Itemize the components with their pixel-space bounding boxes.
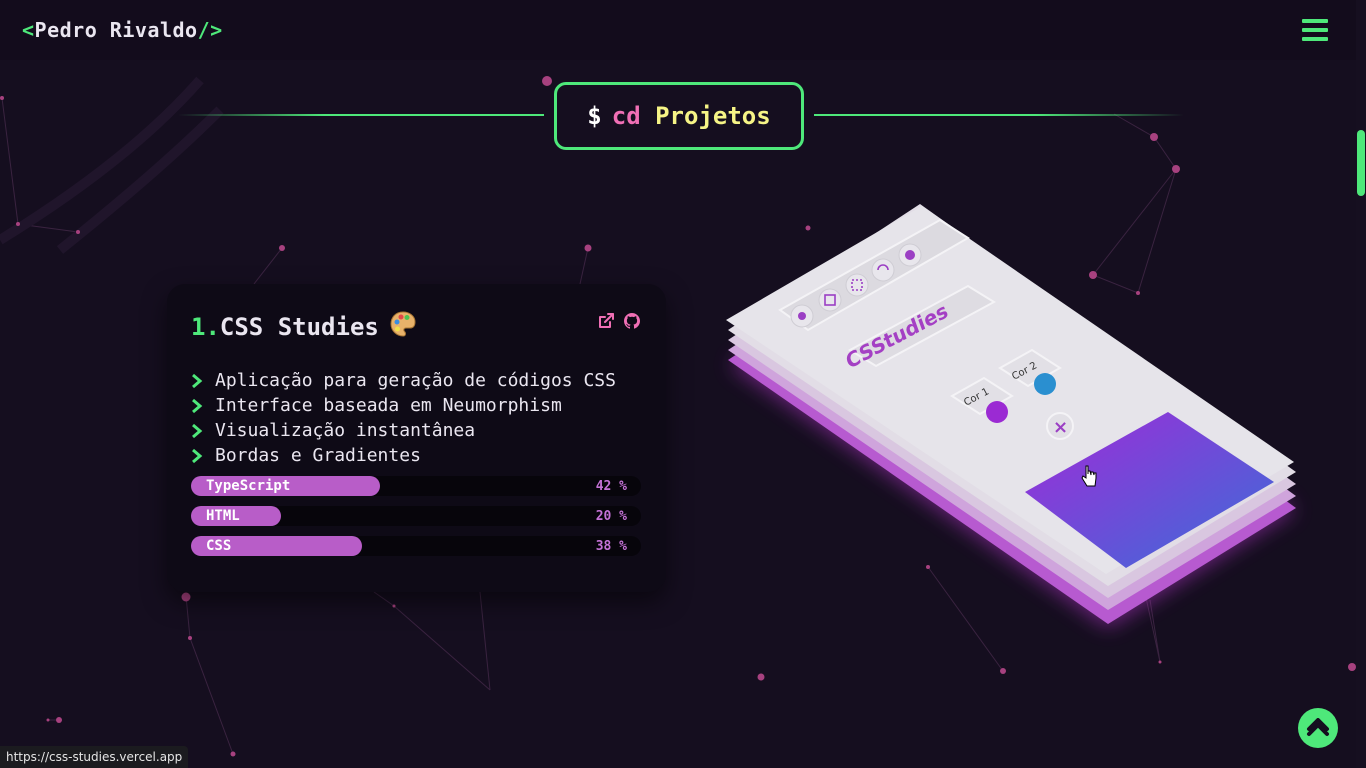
language-name: CSS <box>206 538 232 554</box>
language-bar-typescript: TypeScript 42 % <box>191 476 641 496</box>
feature-text: Interface baseada em Neumorphism <box>215 395 562 416</box>
chevron-right-icon <box>191 448 207 464</box>
section-title: $ cd Projetos <box>554 82 804 150</box>
language-name: HTML <box>206 508 240 524</box>
project-title: 1. CSS Studies <box>191 310 417 344</box>
palette-icon <box>389 310 417 344</box>
section-title-prompt: $ <box>587 102 602 130</box>
section-title-command: cd <box>611 102 641 130</box>
chevron-right-icon <box>191 373 207 389</box>
language-name: TypeScript <box>206 478 291 494</box>
site-header: <Pedro Rivaldo/> <box>0 0 1356 60</box>
browser-status-bar: https://css-studies.vercel.app <box>0 746 189 768</box>
page-scrollbar[interactable] <box>1356 0 1366 768</box>
feature-text: Visualização instantânea <box>215 420 476 441</box>
hamburger-menu-icon[interactable] <box>1302 19 1328 41</box>
section-line-right <box>814 114 1184 116</box>
logo-name: Pedro Rivaldo <box>34 18 198 42</box>
project-name: CSS Studies <box>219 313 379 341</box>
language-percent: 20 % <box>595 509 627 524</box>
project-preview-image[interactable]: CSStudies Cor 1 Cor 2 × <box>700 190 1320 650</box>
section-line-left <box>178 114 544 116</box>
logo-close-bracket: /> <box>197 18 223 42</box>
list-item: Visualização instantânea <box>191 418 616 443</box>
feature-text: Aplicação para geração de códigos CSS <box>215 370 616 391</box>
page-scrollbar-thumb[interactable] <box>1357 130 1365 196</box>
language-bar-css: CSS 38 % <box>191 536 641 556</box>
project-number: 1. <box>191 313 220 341</box>
feature-text: Bordas e Gradientes <box>215 445 421 466</box>
project-features: Aplicação para geração de códigos CSS In… <box>191 368 616 468</box>
language-percent: 42 % <box>595 479 627 494</box>
list-item: Bordas e Gradientes <box>191 443 616 468</box>
project-links <box>597 312 641 334</box>
language-bar-html: HTML 20 % <box>191 506 641 526</box>
chevron-right-icon <box>191 398 207 414</box>
language-percent: 38 % <box>595 539 627 554</box>
list-item: Aplicação para geração de códigos CSS <box>191 368 616 393</box>
mockup-remove-icon: × <box>1053 417 1068 438</box>
language-bars: TypeScript 42 % HTML 20 % CSS 38 % <box>191 476 641 566</box>
logo-open-bracket: < <box>22 18 35 42</box>
list-item: Interface baseada em Neumorphism <box>191 393 616 418</box>
chevron-right-icon <box>191 423 207 439</box>
external-link-icon[interactable] <box>597 312 615 334</box>
github-icon[interactable] <box>623 312 641 334</box>
chevron-up-icon <box>1307 718 1329 736</box>
site-logo[interactable]: <Pedro Rivaldo/> <box>22 18 223 42</box>
section-title-directory: Projetos <box>655 102 771 130</box>
project-card: 1. CSS Studies Aplicação para geração de… <box>167 284 666 592</box>
back-to-top-button[interactable] <box>1298 708 1338 748</box>
